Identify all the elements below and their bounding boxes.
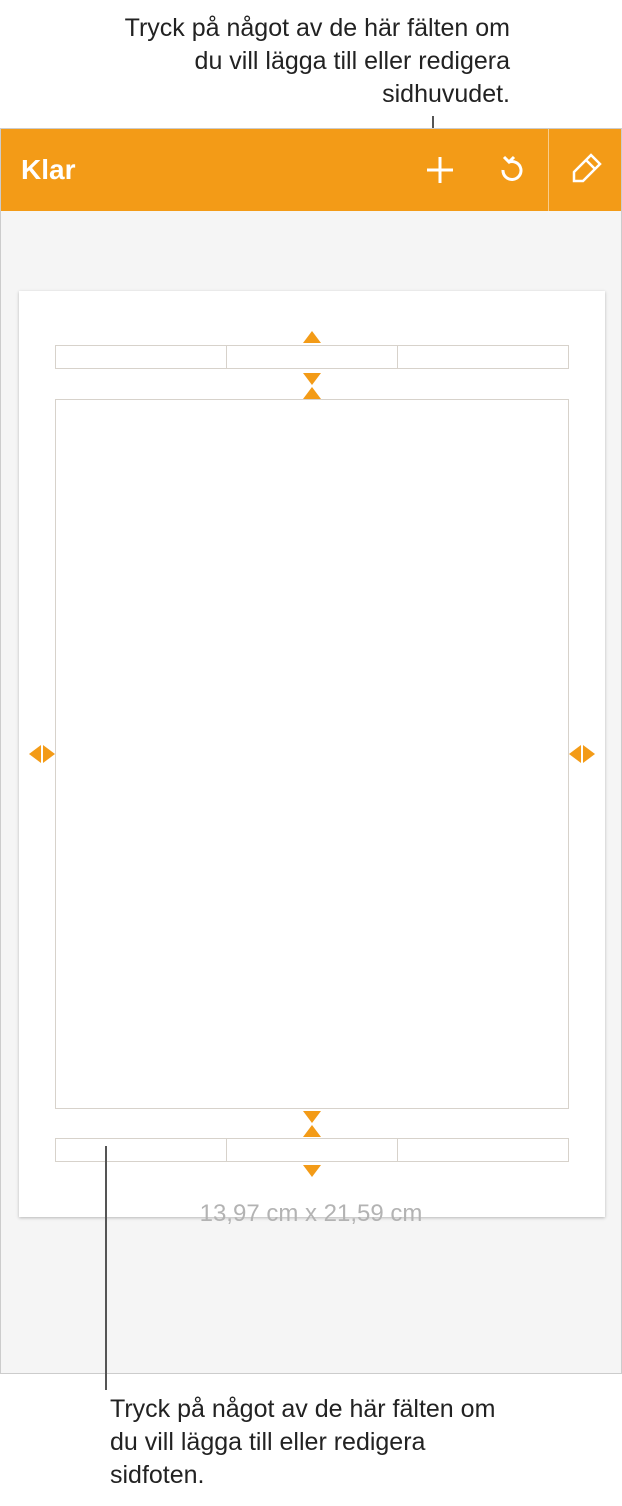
page-dimensions-label: 13,97 cm x 21,59 cm [0, 1200, 622, 1228]
body-content-area[interactable] [55, 399, 569, 1109]
footer-field-right[interactable] [398, 1139, 568, 1161]
margin-handle-footer-gap-up[interactable] [303, 1125, 321, 1137]
margin-handle-top-outer[interactable] [303, 331, 321, 343]
format-brush-icon [566, 151, 604, 189]
callout-header-text: Tryck på något av de här fälten om du vi… [110, 12, 510, 111]
margin-handle-header-gap-down[interactable] [303, 373, 321, 385]
margin-handle-footer-gap-down[interactable] [303, 1111, 321, 1123]
undo-button[interactable] [476, 129, 548, 211]
margin-handle-right-outer[interactable] [583, 745, 595, 763]
help-figure: Tryck på något av de här fälten om du vi… [0, 0, 622, 1506]
plus-icon [423, 153, 457, 187]
margin-handle-bottom-outer[interactable] [303, 1165, 321, 1177]
app-window: Klar [0, 128, 622, 1374]
add-button[interactable] [404, 129, 476, 211]
format-brush-button[interactable] [549, 129, 621, 211]
done-button[interactable]: Klar [1, 154, 75, 186]
undo-icon [494, 152, 530, 188]
document-canvas [1, 211, 621, 1373]
margin-handle-right-inner[interactable] [569, 745, 581, 763]
header-field-right[interactable] [398, 346, 568, 368]
header-fields-row [55, 345, 569, 369]
document-page[interactable] [19, 291, 605, 1217]
margin-handle-left-outer[interactable] [29, 745, 41, 763]
margin-handle-left-inner[interactable] [43, 745, 55, 763]
footer-fields-row [55, 1138, 569, 1162]
callout-footer-text: Tryck på något av de här fälten om du vi… [110, 1393, 510, 1492]
footer-field-left[interactable] [56, 1139, 227, 1161]
toolbar: Klar [1, 129, 621, 211]
margin-handle-header-gap-up[interactable] [303, 387, 321, 399]
callout-footer-leader [105, 1146, 107, 1390]
footer-field-center[interactable] [227, 1139, 398, 1161]
header-field-left[interactable] [56, 346, 227, 368]
header-field-center[interactable] [227, 346, 398, 368]
